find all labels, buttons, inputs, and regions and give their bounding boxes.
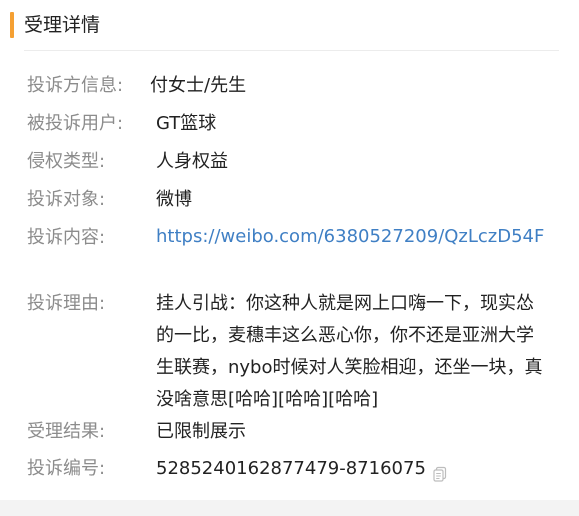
handling-result-label: 受理结果:	[27, 421, 106, 442]
header-divider	[24, 50, 559, 51]
complaint-number-container: 5285240162877479-8716075	[156, 453, 554, 485]
complainant-value: 付女士/先生	[150, 75, 247, 96]
section-header: 受理详情	[0, 0, 579, 50]
complaint-number-value: 5285240162877479-8716075	[156, 458, 426, 479]
accused-user-label: 被投诉用户:	[27, 113, 124, 134]
header-accent-bar	[10, 12, 14, 38]
handling-result-value: 已限制展示	[156, 421, 246, 442]
complaint-detail-card: 受理详情 投诉方信息: 付女士/先生 被投诉用户: GT篮球 侵权类型: 人身权…	[0, 0, 579, 500]
complaint-reason-value: 挂人引战：你这种人就是网上口嗨一下，现实怂的一比，麦穗丰这么恶心你，你不还是亚洲…	[156, 293, 543, 410]
bottom-background	[0, 500, 579, 516]
infringement-type-label: 侵权类型:	[27, 151, 106, 172]
complaint-content-link[interactable]: https://weibo.com/6380527209/QzLczD54F	[156, 222, 548, 252]
complaint-reason-label: 投诉理由:	[27, 293, 106, 314]
complaint-object-value: 微博	[156, 189, 192, 210]
infringement-type-value: 人身权益	[156, 151, 228, 172]
section-title: 受理详情	[24, 14, 101, 36]
copy-icon[interactable]	[432, 461, 448, 482]
complaint-number-label: 投诉编号:	[27, 458, 106, 479]
complaint-object-label: 投诉对象:	[27, 189, 106, 210]
accused-user-value: GT篮球	[156, 113, 217, 134]
complainant-label: 投诉方信息:	[27, 75, 124, 96]
complaint-content-label: 投诉内容:	[27, 227, 106, 248]
